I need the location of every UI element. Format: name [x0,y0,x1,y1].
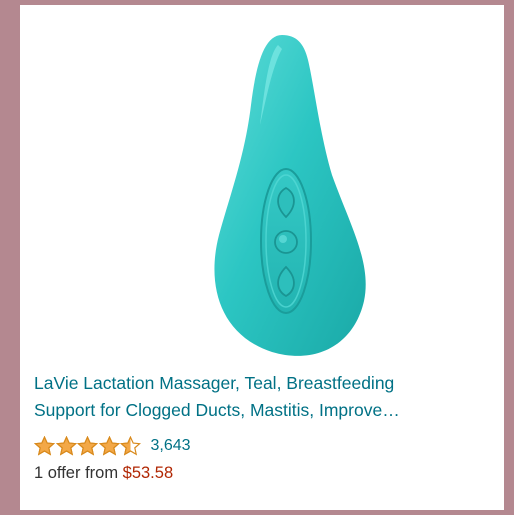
star-full-icon [34,436,55,456]
product-image[interactable] [20,5,504,365]
star-full-icon [98,436,120,456]
star-full-icon [55,436,77,456]
product-title-link[interactable]: LaVie Lactation Massager, Teal, Breastfe… [34,370,504,424]
product-title-line-1: LaVie Lactation Massager, Teal, Breastfe… [34,373,395,393]
product-title-line-2: Support for Clogged Ducts, Mastitis, Imp… [34,400,400,420]
offer-prefix: 1 offer from [34,464,123,482]
lactation-massager-icon [214,35,366,356]
offer-text: 1 offer from $53.58 [34,461,173,485]
middle-button [274,230,298,254]
product-card: LaVie Lactation Massager, Teal, Breastfe… [20,5,504,510]
star-rating[interactable] [34,436,142,456]
offer-price-link[interactable]: $53.58 [123,464,173,482]
rating-row: 3,643 [34,433,191,459]
review-count-link[interactable]: 3,643 [151,437,191,455]
star-full-icon [77,436,98,456]
star-half-icon [120,436,141,456]
